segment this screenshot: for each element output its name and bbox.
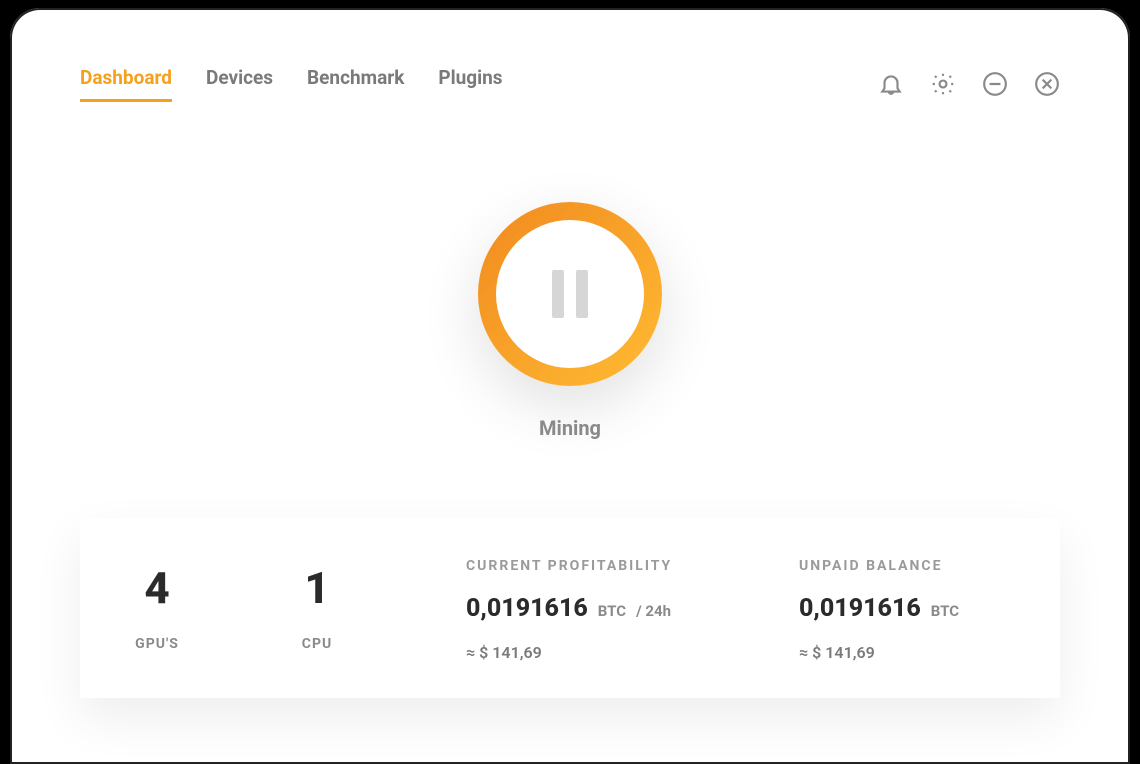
profitability-period: / 24h: [636, 602, 671, 620]
tab-benchmark[interactable]: Benchmark: [307, 66, 404, 102]
pause-icon: [496, 220, 644, 368]
profitability-unit: BTC: [598, 602, 626, 620]
gpu-card: 4 GPU'S: [80, 518, 234, 698]
profitability-approx: ≈ $ 141,69: [466, 643, 691, 662]
profitability-caption: CURRENT PROFITABILITY: [466, 558, 691, 574]
stats-row: 4 GPU'S 1 CPU CURRENT PROFITABILITY 0,01…: [80, 518, 1060, 698]
balance-amount: 0,0191616: [799, 594, 921, 623]
header: Dashboard Devices Benchmark Plugins: [80, 8, 1060, 102]
profitability-card: CURRENT PROFITABILITY 0,0191616 BTC / 24…: [400, 518, 727, 698]
gpu-count: 4: [80, 562, 234, 614]
balance-card: UNPAID BALANCE 0,0191616 BTC ≈ $ 141,69: [733, 518, 1060, 698]
tab-devices[interactable]: Devices: [206, 66, 273, 102]
profitability-amount: 0,0191616: [466, 594, 588, 623]
mining-toggle-button[interactable]: [478, 202, 662, 386]
close-icon[interactable]: [1034, 71, 1060, 97]
balance-caption: UNPAID BALANCE: [799, 558, 1024, 574]
balance-approx: ≈ $ 141,69: [799, 643, 1024, 662]
app-window: Dashboard Devices Benchmark Plugins: [10, 8, 1130, 764]
mining-status-label: Mining: [539, 416, 601, 440]
cpu-count: 1: [240, 562, 394, 614]
header-icon-bar: [878, 71, 1060, 97]
cpu-card: 1 CPU: [240, 518, 394, 698]
gpu-label: GPU'S: [80, 636, 234, 652]
tab-plugins[interactable]: Plugins: [438, 66, 502, 102]
gear-icon[interactable]: [930, 71, 956, 97]
bell-icon[interactable]: [878, 71, 904, 97]
nav-tabs: Dashboard Devices Benchmark Plugins: [80, 66, 503, 102]
tab-dashboard[interactable]: Dashboard: [80, 66, 172, 102]
balance-unit: BTC: [931, 602, 959, 620]
cpu-label: CPU: [240, 636, 394, 652]
minimize-icon[interactable]: [982, 71, 1008, 97]
mining-section: Mining: [80, 202, 1060, 440]
